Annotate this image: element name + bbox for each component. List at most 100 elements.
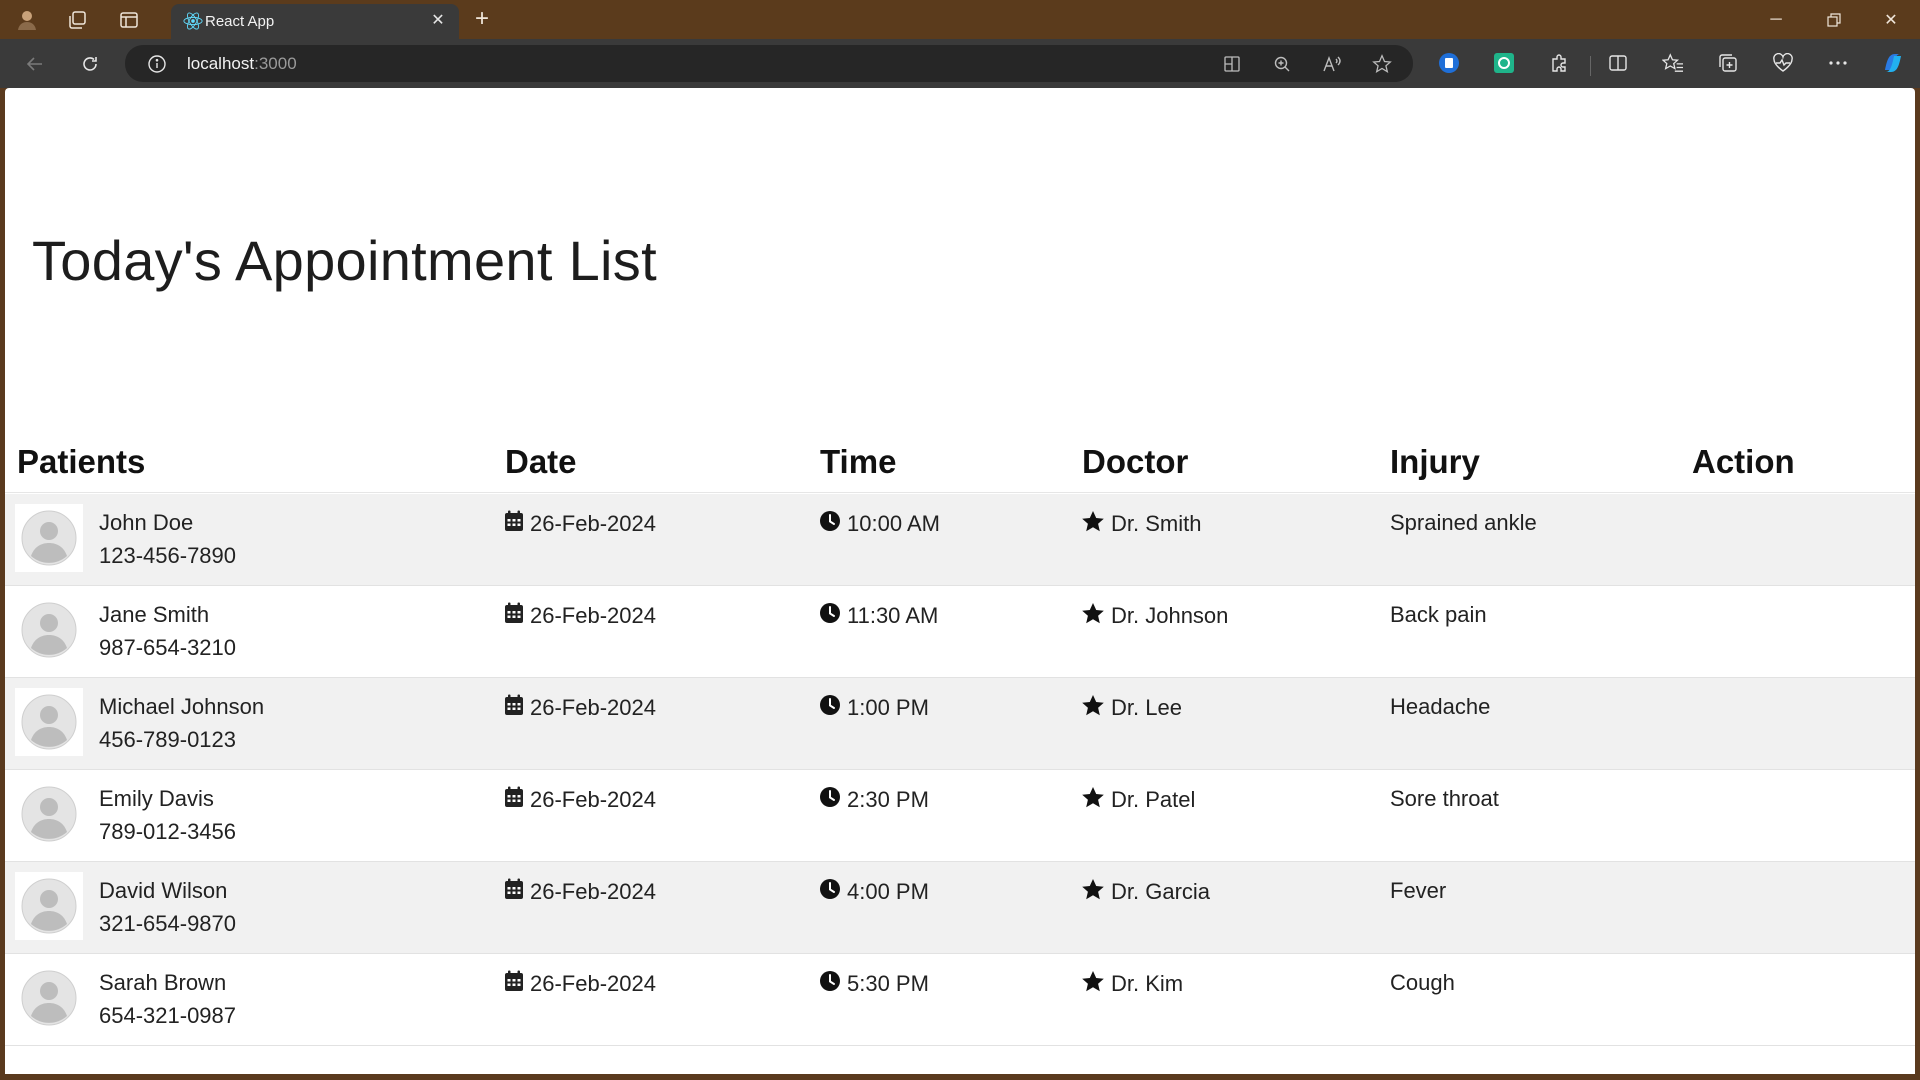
appointment-doctor: Dr. Smith	[1081, 510, 1201, 538]
time-text: 4:00 PM	[847, 879, 929, 904]
table-row: Emily Davis 789-012-3456 26-Feb-2024 2:30 P…	[5, 770, 1915, 862]
appointment-date: 26-Feb-2024	[504, 694, 656, 722]
header-date: Date	[505, 443, 577, 480]
appointment-injury: Fever	[1390, 878, 1446, 904]
clock-icon	[819, 602, 847, 630]
patient-phone: 654-321-0987	[99, 1003, 237, 1028]
appointment-doctor: Dr. Kim	[1081, 970, 1183, 998]
site-info-icon[interactable]	[147, 54, 167, 74]
appointment-injury: Cough	[1390, 970, 1455, 996]
read-aloud-icon[interactable]	[1321, 53, 1343, 75]
injury-text: Cough	[1390, 970, 1455, 995]
injury-text: Fever	[1390, 878, 1447, 903]
appointment-doctor: Dr. Patel	[1081, 786, 1195, 814]
injury-text: Back pain	[1390, 602, 1487, 627]
clock-icon	[819, 878, 847, 906]
date-text: 26-Feb-2024	[530, 603, 656, 628]
appointment-date: 26-Feb-2024	[504, 970, 656, 998]
extension-blue-icon[interactable]	[1435, 49, 1463, 77]
table-header: Patients Date Time Doctor Injury Action	[5, 443, 1915, 493]
patient-phone: 321-654-9870	[99, 911, 237, 936]
appointment-doctor: Dr. Lee	[1081, 694, 1182, 722]
date-text: 26-Feb-2024	[530, 971, 656, 996]
table-row: Jane Smith 987-654-3210 26-Feb-2024 11:30 A…	[5, 586, 1915, 678]
time-text: 5:30 PM	[847, 971, 929, 996]
clock-icon	[819, 510, 847, 538]
tab-actions-icon[interactable]	[115, 6, 143, 34]
header-time: Time	[820, 443, 897, 480]
star-icon	[1081, 970, 1111, 998]
split-screen-icon[interactable]	[1604, 49, 1632, 77]
calendar-icon	[504, 878, 530, 906]
appointment-doctor: Dr. Garcia	[1081, 878, 1210, 906]
refresh-button[interactable]	[75, 49, 105, 79]
injury-text: Headache	[1390, 694, 1491, 719]
calendar-icon	[504, 510, 530, 538]
user-avatar-icon	[15, 964, 83, 1032]
appointment-injury: Headache	[1390, 694, 1490, 720]
star-icon	[1081, 694, 1111, 722]
page-title: Today's Appointment List	[32, 229, 657, 292]
workspaces-icon[interactable]	[63, 6, 91, 34]
close-window-button[interactable]: ✕	[1863, 0, 1919, 39]
page-viewport: Today's Appointment List Patients Date T…	[5, 88, 1915, 1074]
appointment-time: 11:30 AM	[819, 602, 938, 630]
user-avatar-icon	[15, 780, 83, 848]
star-icon	[1081, 786, 1111, 814]
url-port: :3000	[254, 54, 297, 73]
patient-phone: 456-789-0123	[99, 727, 237, 752]
back-button[interactable]	[20, 49, 50, 79]
appointment-date: 26-Feb-2024	[504, 510, 656, 538]
tab-title: React App	[205, 13, 275, 30]
address-bar[interactable]: localhost:3000	[125, 45, 1413, 82]
profile-icon[interactable]	[13, 6, 41, 34]
date-text: 26-Feb-2024	[530, 879, 656, 904]
copilot-icon[interactable]	[1879, 49, 1907, 77]
time-text: 1:00 PM	[847, 695, 929, 720]
minimize-button[interactable]: ─	[1748, 0, 1804, 39]
doctor-text: Dr. Patel	[1111, 787, 1196, 812]
doctor-text: Dr. Garcia	[1111, 879, 1211, 904]
zoom-icon[interactable]	[1271, 53, 1293, 75]
appointment-doctor: Dr. Johnson	[1081, 602, 1228, 630]
browser-tab-active[interactable]: React App ✕	[171, 4, 459, 39]
user-avatar-icon	[15, 504, 83, 572]
star-icon	[1081, 878, 1111, 906]
header-action: Action	[1692, 443, 1795, 480]
restore-button[interactable]	[1806, 0, 1862, 39]
appointment-date: 26-Feb-2024	[504, 786, 656, 814]
extension-green-icon[interactable]	[1490, 49, 1518, 77]
patient-phone: 789-012-3456	[99, 819, 237, 844]
favorites-icon[interactable]	[1659, 49, 1687, 77]
appointment-time: 1:00 PM	[819, 694, 929, 722]
more-options-icon[interactable]	[1824, 49, 1852, 77]
appointment-injury: Sore throat	[1390, 786, 1499, 812]
table-row: Sarah Brown 654-321-0987 26-Feb-2024 5:30 P…	[5, 954, 1915, 1046]
patient-name: Jane Smith	[99, 602, 210, 627]
date-text: 26-Feb-2024	[530, 511, 656, 536]
app-available-icon[interactable]	[1221, 53, 1243, 75]
calendar-icon	[504, 970, 530, 998]
close-tab-icon[interactable]: ✕	[427, 10, 449, 32]
clock-icon	[819, 786, 847, 814]
appointment-time: 2:30 PM	[819, 786, 929, 814]
date-text: 26-Feb-2024	[530, 695, 656, 720]
calendar-icon	[504, 602, 530, 630]
star-icon	[1081, 602, 1111, 630]
user-avatar-icon	[15, 596, 83, 664]
time-text: 10:00 AM	[847, 511, 940, 536]
url-host: localhost	[187, 54, 255, 73]
favorite-star-icon[interactable]	[1371, 53, 1393, 75]
clock-icon	[819, 694, 847, 722]
collections-icon[interactable]	[1714, 49, 1742, 77]
browser-essentials-icon[interactable]	[1769, 49, 1797, 77]
new-tab-button[interactable]: +	[468, 6, 496, 34]
patient-name: David Wilson	[99, 878, 228, 903]
extensions-icon[interactable]	[1545, 49, 1573, 77]
appointment-date: 26-Feb-2024	[504, 602, 656, 630]
star-icon	[1081, 510, 1111, 538]
browser-titlebar: React App ✕ + ─ ✕	[0, 0, 1920, 39]
table-row: David Wilson 321-654-9870 26-Feb-2024 4:00 …	[5, 862, 1915, 954]
patient-phone: 987-654-3210	[99, 635, 237, 660]
patient-name: Emily Davis	[99, 786, 214, 811]
